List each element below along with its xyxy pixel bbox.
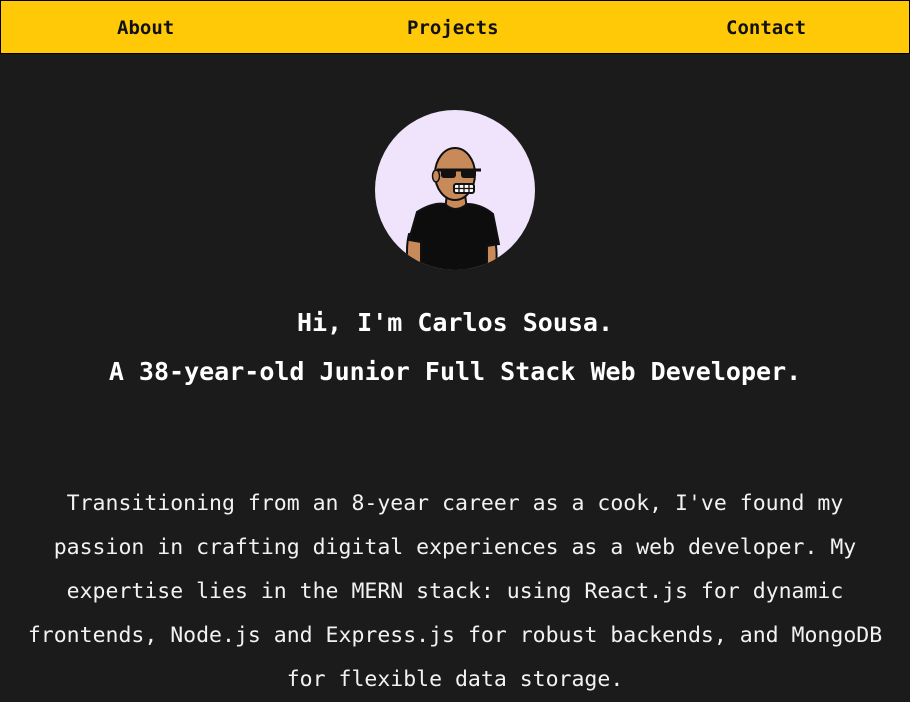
avatar-illustration-icon xyxy=(406,147,501,270)
nav-link-projects[interactable]: Projects xyxy=(407,1,499,53)
avatar xyxy=(375,110,535,270)
nav-link-contact[interactable]: Contact xyxy=(726,1,806,53)
hero-tagline: A 38-year-old Junior Full Stack Web Deve… xyxy=(108,357,802,386)
top-navbar: About Projects Contact xyxy=(0,0,910,54)
bio-paragraph: Transitioning from an 8-year career as a… xyxy=(27,490,883,692)
hero-greeting: Hi, I'm Carlos Sousa. xyxy=(296,308,614,337)
nav-link-about[interactable]: About xyxy=(117,1,174,53)
